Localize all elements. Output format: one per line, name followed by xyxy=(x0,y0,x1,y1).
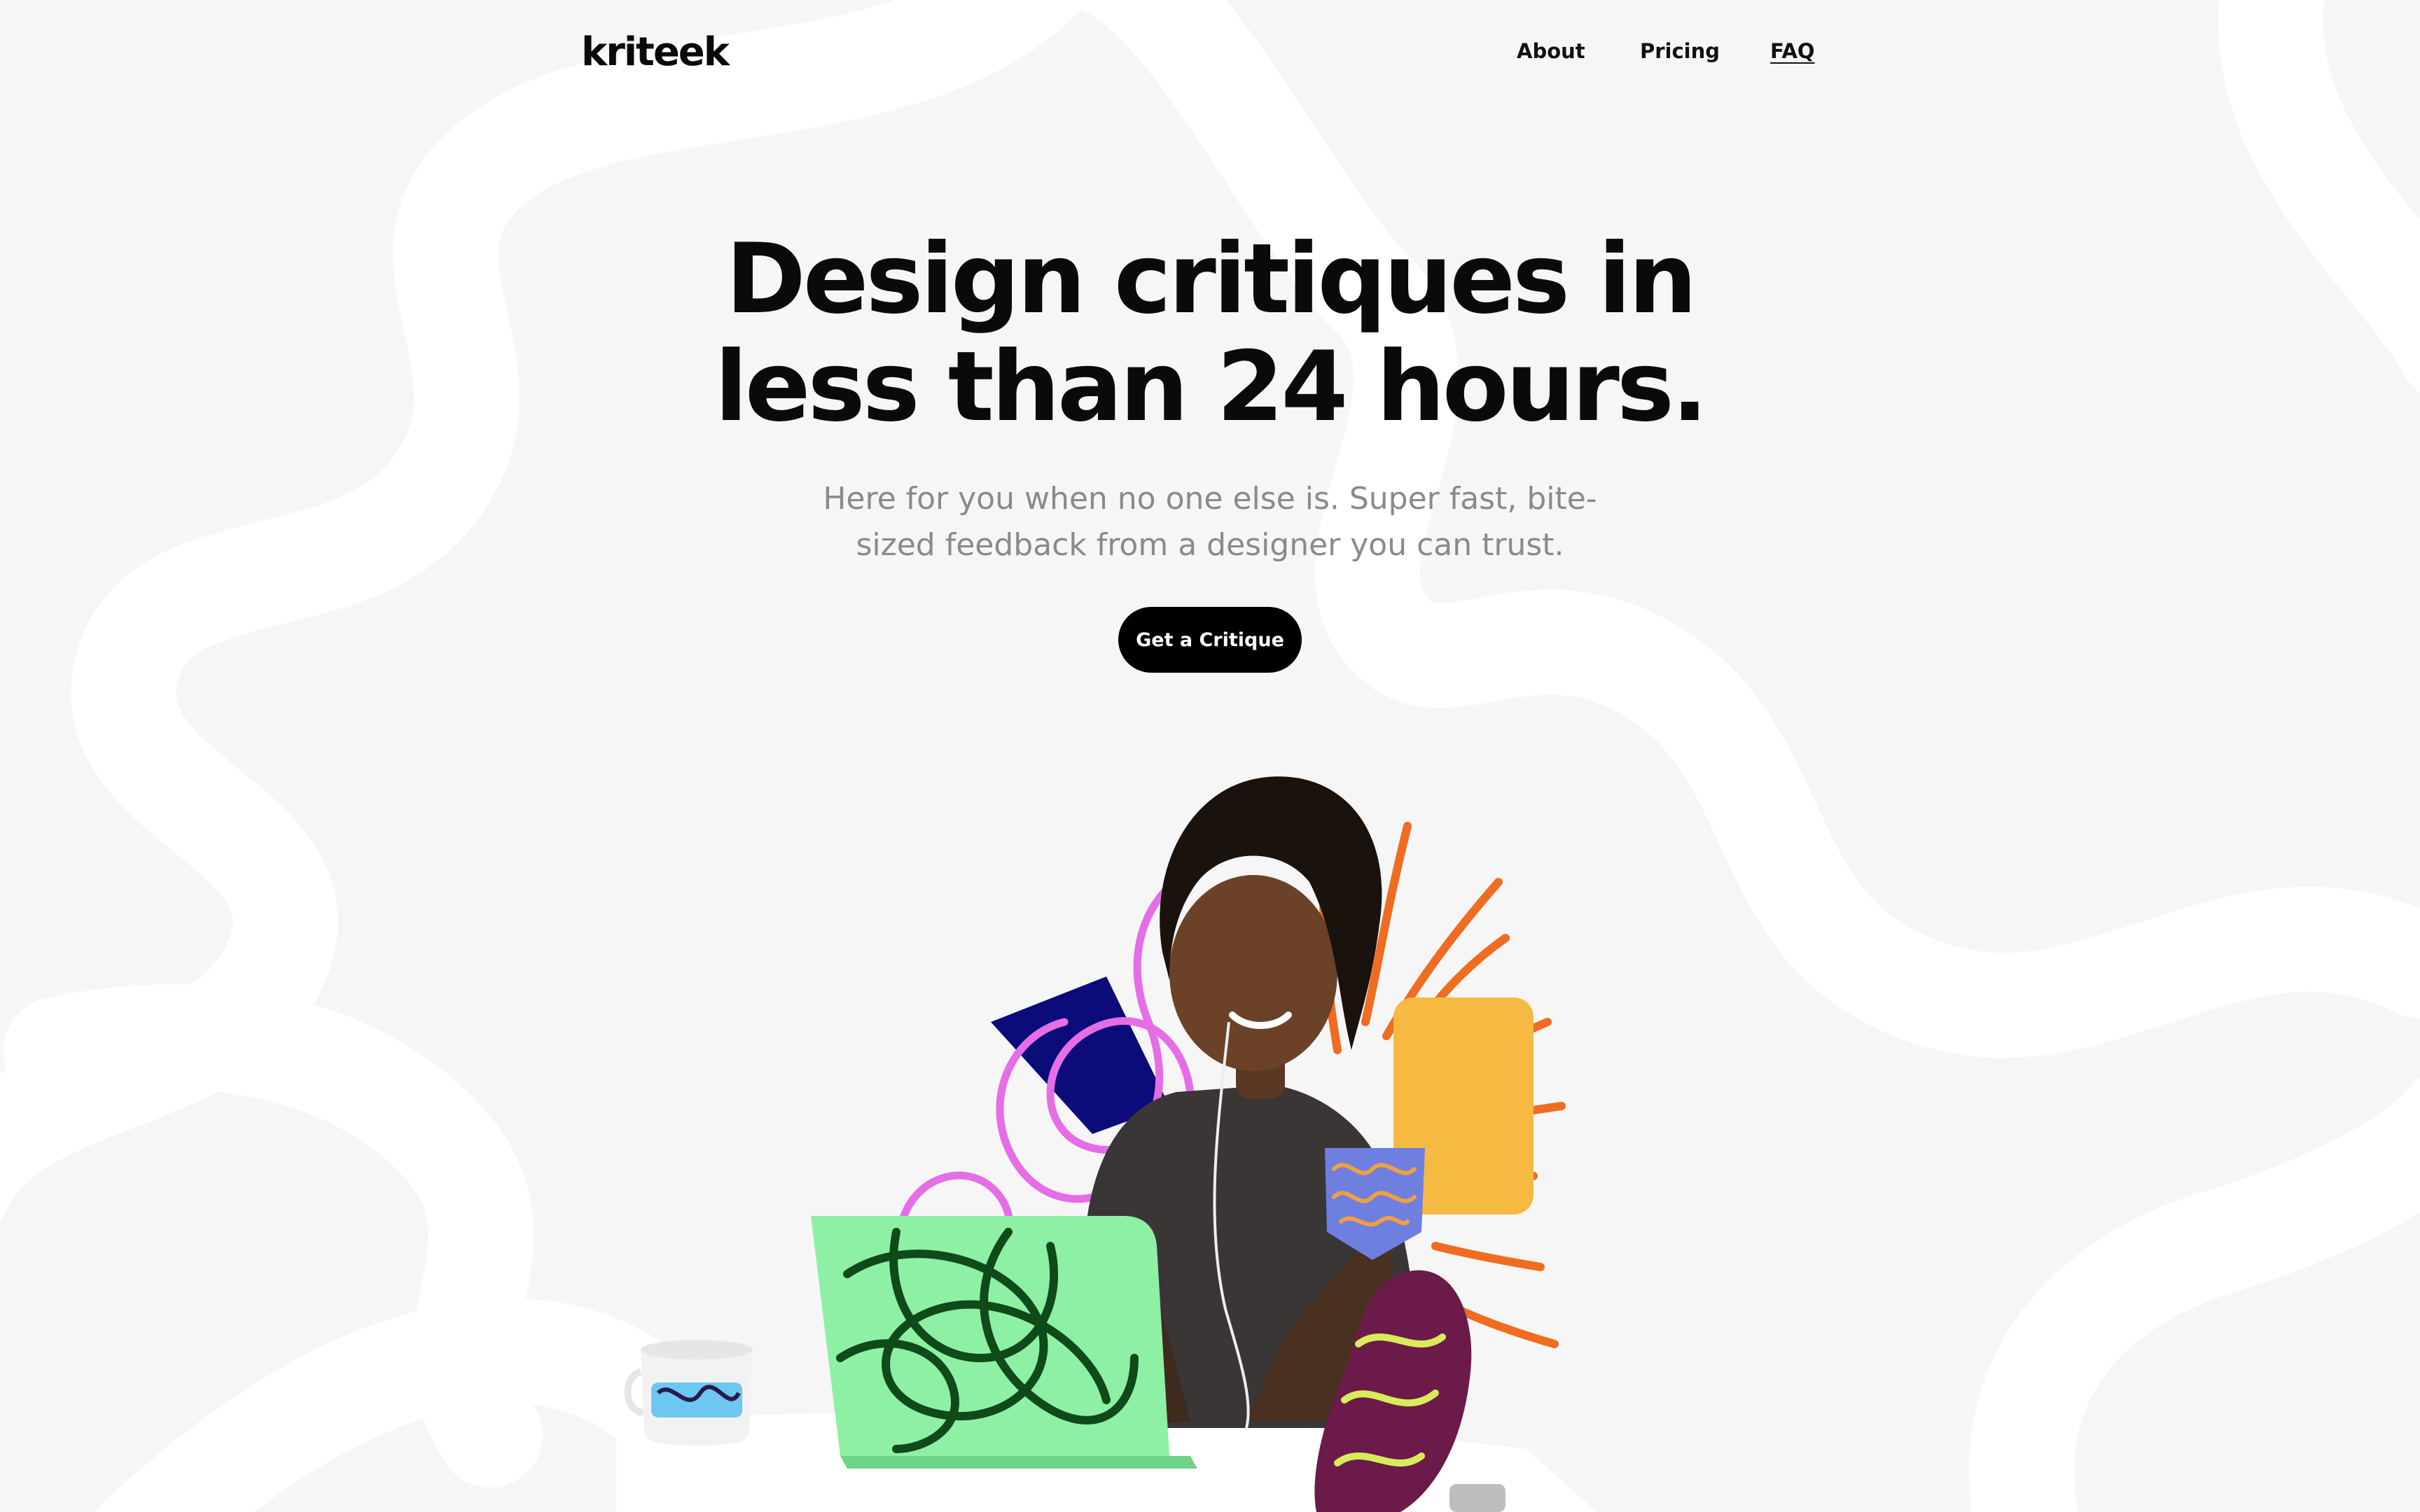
landing-page: kriteek About Pricing FAQ Design critiqu… xyxy=(0,0,2420,1512)
get-a-critique-button[interactable]: Get a Critique xyxy=(1118,607,1302,673)
laptop-base xyxy=(840,1456,1197,1469)
hero-headline-line-2: less than 24 hours. xyxy=(714,330,1709,443)
designer-at-laptop-illustration xyxy=(616,776,1597,1512)
nav-link-about[interactable]: About xyxy=(1517,39,1585,63)
kriteek-logo[interactable]: kriteek xyxy=(581,29,730,75)
hero-headline: Design critiques in less than 24 hours. xyxy=(0,225,2420,441)
nav-link-pricing[interactable]: Pricing xyxy=(1640,39,1720,63)
mug-icon xyxy=(624,1340,753,1446)
hero-subtitle: Here for you when no one else is. Super … xyxy=(823,481,1597,563)
nav-link-faq[interactable]: FAQ xyxy=(1770,39,1815,63)
chair-base xyxy=(1449,1484,1505,1512)
person-face xyxy=(1169,875,1337,1071)
top-navigation: kriteek About Pricing FAQ xyxy=(0,0,2420,112)
hero-headline-line-1: Design critiques in xyxy=(725,223,1697,335)
